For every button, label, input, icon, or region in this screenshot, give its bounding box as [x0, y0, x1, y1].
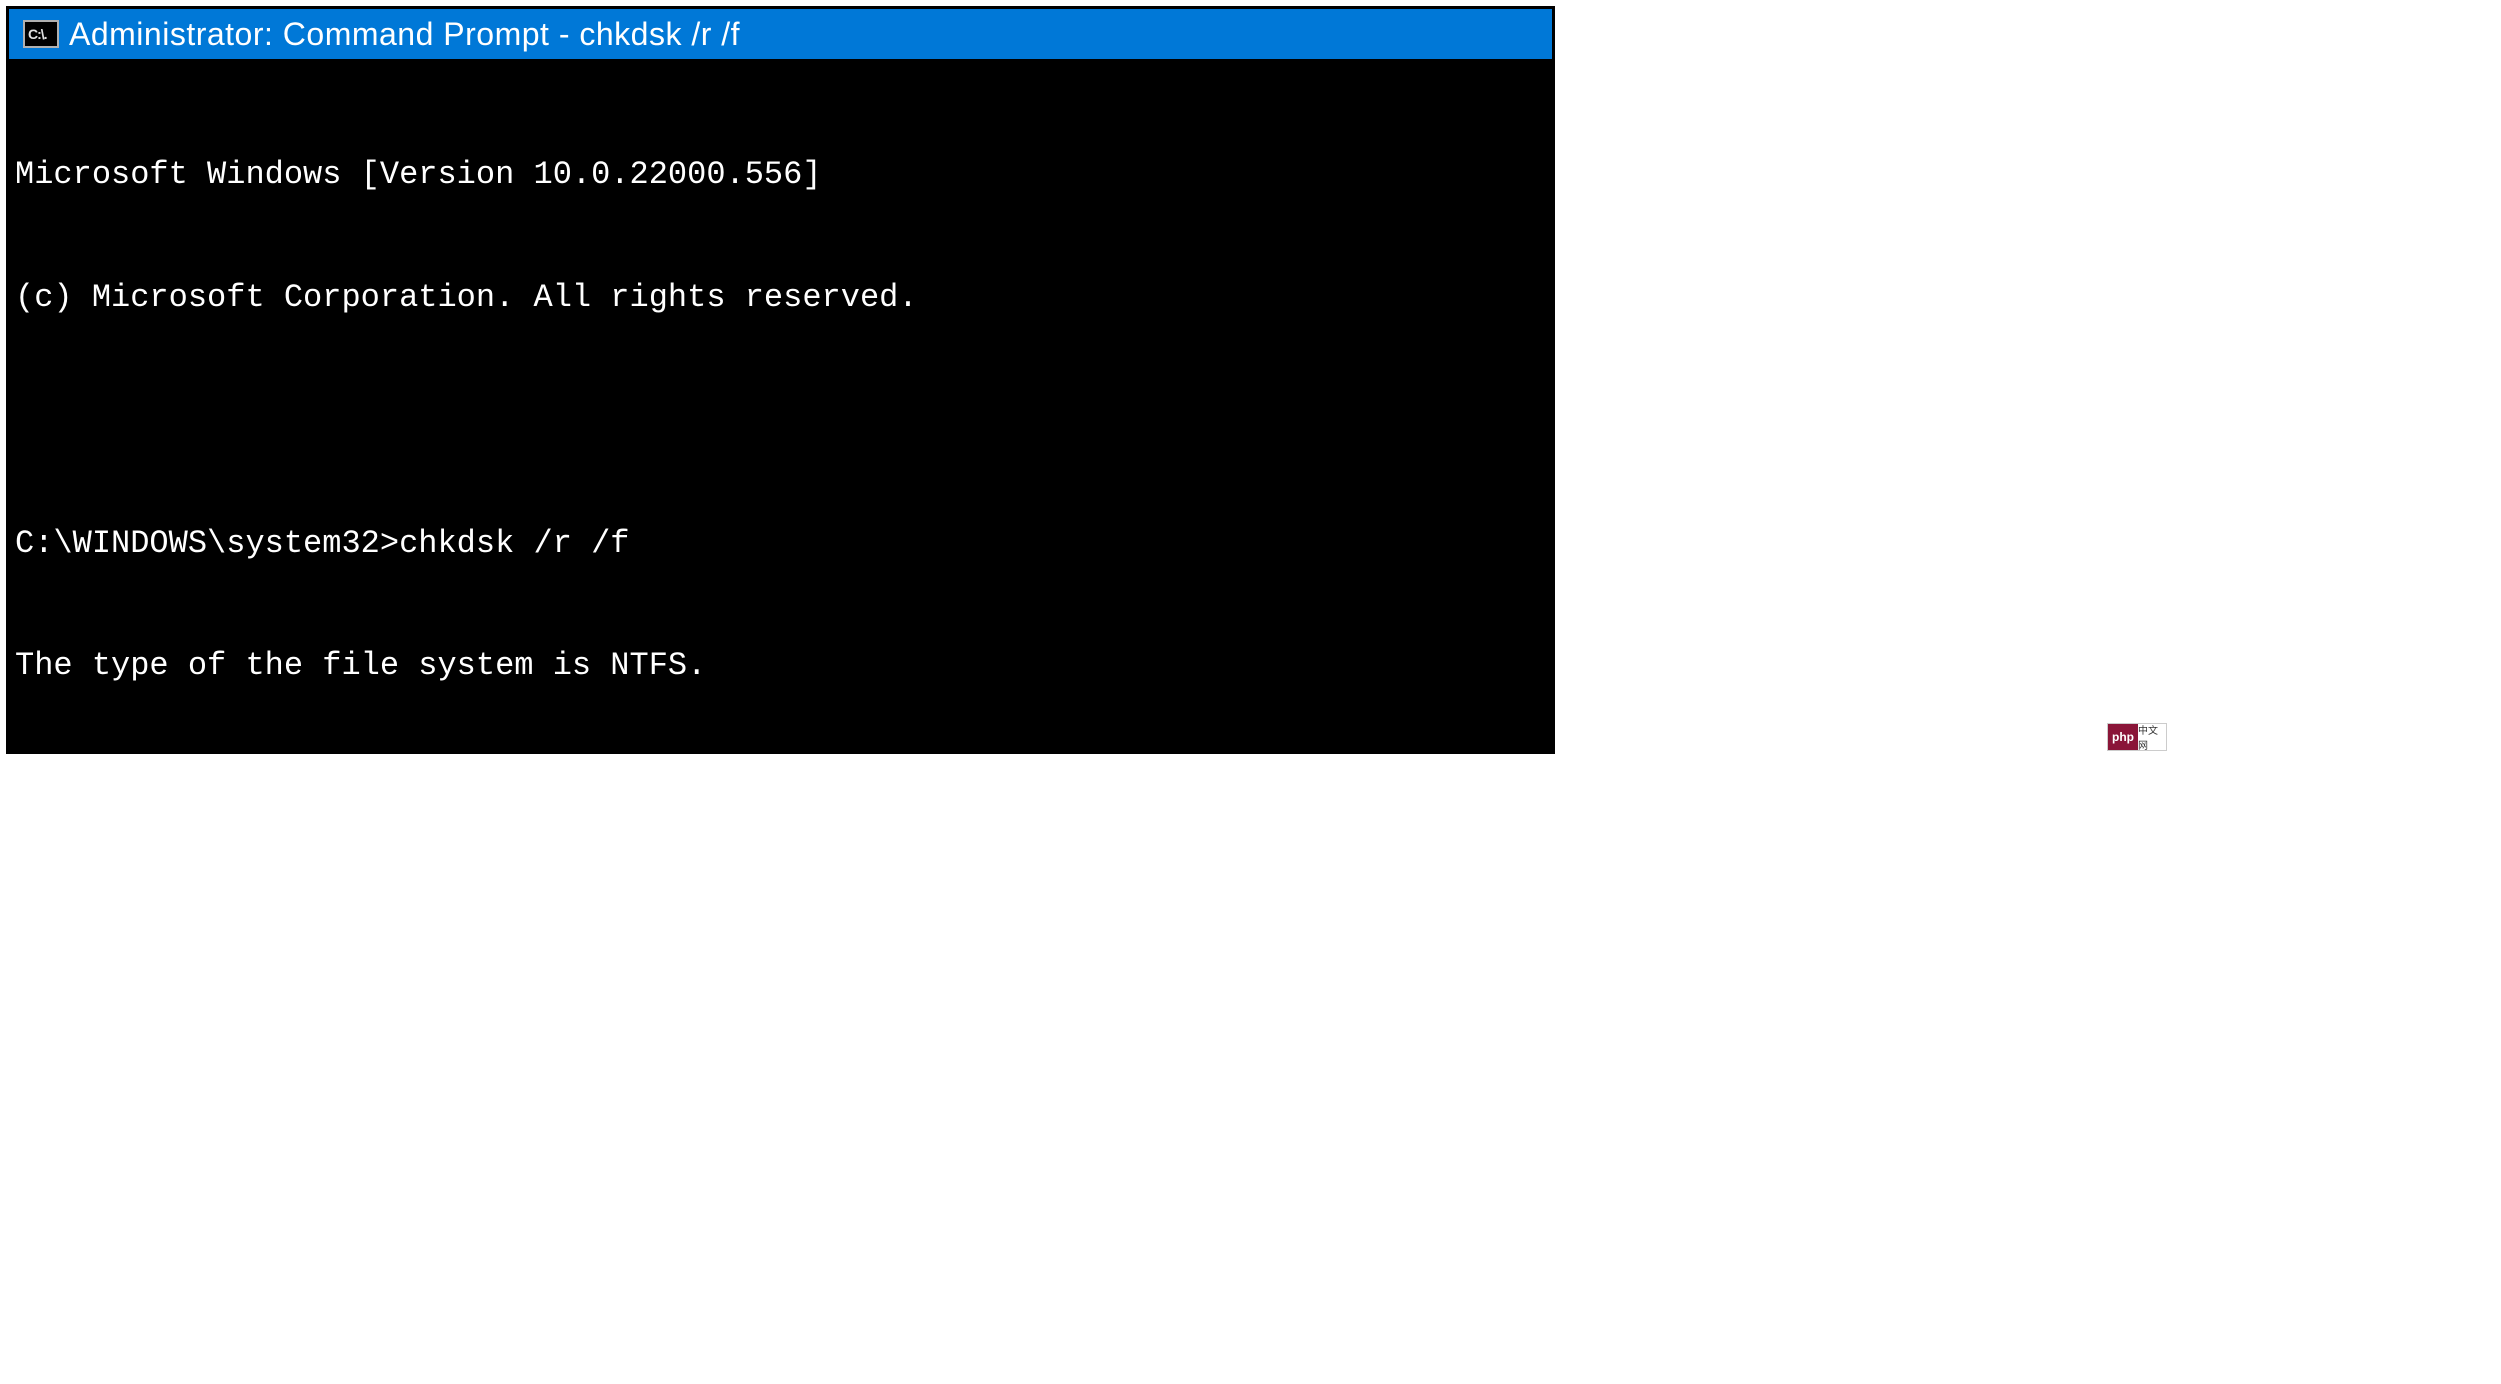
blank-line — [15, 892, 1546, 933]
prompt-text: checked the next time the system restart… — [15, 1262, 975, 1299]
chkdsk-msg-line-2: process. Would you like to schedule this… — [15, 1138, 1546, 1179]
watermark-right: 中文网 — [2138, 724, 2166, 750]
copyright-line: (c) Microsoft Corporation. All rights re… — [15, 278, 1546, 319]
version-line: Microsoft Windows [Version 10.0.22000.55… — [15, 155, 1546, 196]
title-bar[interactable]: C:\. Administrator: Command Prompt - chk… — [9, 9, 1552, 59]
lock-drive-line: Cannot lock current drive. — [15, 769, 1546, 810]
watermark-badge: php 中文网 — [2107, 723, 2167, 751]
chkdsk-prompt-line: checked the next time the system restart… — [15, 1261, 1546, 1302]
window-title: Administrator: Command Prompt - chkdsk /… — [69, 16, 740, 53]
watermark-left: php — [2108, 724, 2138, 750]
cmd-icon: C:\. — [23, 20, 59, 48]
terminal-output[interactable]: Microsoft Windows [Version 10.0.22000.55… — [9, 59, 1552, 751]
command-prompt-line: C:\WINDOWS\system32>chkdsk /r /f — [15, 524, 1546, 565]
cursor — [977, 1285, 995, 1291]
command-prompt-window: C:\. Administrator: Command Prompt - chk… — [6, 6, 1555, 754]
blank-line — [15, 401, 1546, 442]
chkdsk-msg-line-1: Chkdsk cannot run because the volume is … — [15, 1015, 1546, 1056]
filesystem-type-line: The type of the file system is NTFS. — [15, 646, 1546, 687]
